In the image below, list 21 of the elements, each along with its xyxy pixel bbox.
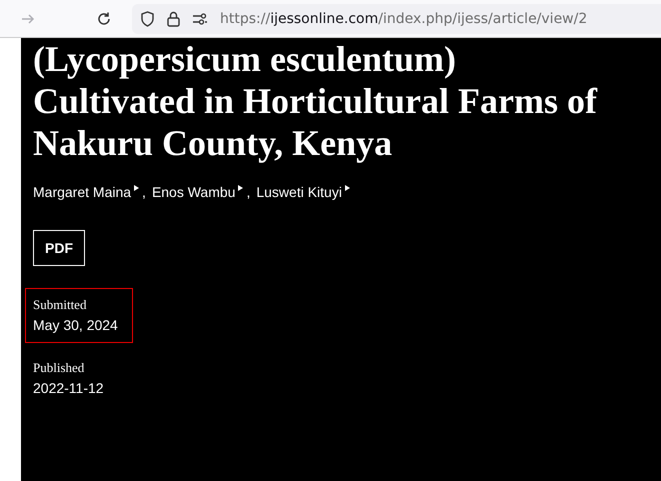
author-separator: , xyxy=(142,184,146,200)
article-title-line: Nakuru County, Kenya xyxy=(33,122,394,164)
author-name: Lusweti Kituyi xyxy=(256,184,342,200)
lock-icon[interactable] xyxy=(167,10,180,26)
settings-icon[interactable] xyxy=(192,12,208,24)
article-title-line: (Lycopersicum esculentum) xyxy=(33,38,457,80)
date-label: Submitted xyxy=(33,297,88,313)
date-value: 2022-11-12 xyxy=(33,380,105,396)
author-name: Enos Wambu xyxy=(152,184,236,200)
triangle-icon[interactable] xyxy=(134,185,140,191)
shield-icon[interactable] xyxy=(140,10,155,26)
reload-icon[interactable] xyxy=(96,11,112,27)
address-bar[interactable]: https://ijessonline.com/index.php/ijess/article/view/2 xyxy=(132,4,661,34)
author-name: Margaret Maina xyxy=(33,184,132,200)
author-separator: , xyxy=(246,184,250,200)
triangle-icon[interactable] xyxy=(344,185,350,191)
triangle-icon[interactable] xyxy=(238,185,244,191)
pdf-button[interactable]: PDF xyxy=(33,230,85,266)
article-title-line: Cultivated in Horticultural Farms of xyxy=(33,80,598,122)
date-value: May 30, 2024 xyxy=(33,317,119,333)
date-label: Published xyxy=(33,360,86,376)
